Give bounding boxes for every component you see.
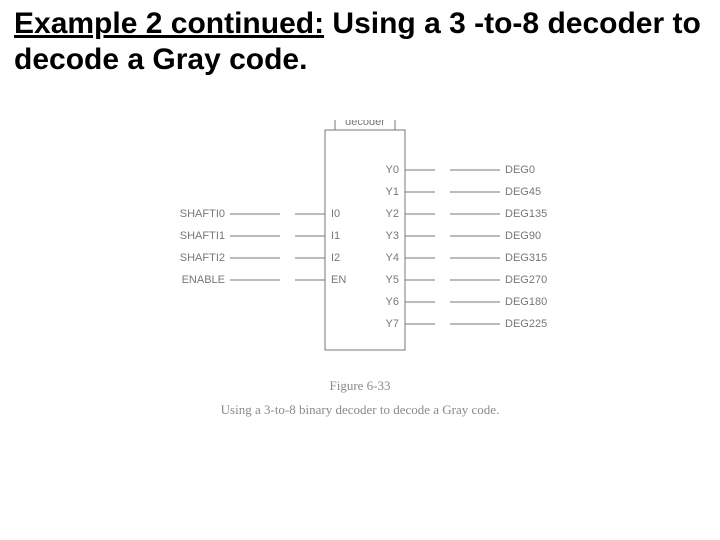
output-pin-label: Y0 bbox=[386, 164, 399, 176]
output-signal-label: DEG315 bbox=[505, 252, 547, 264]
output-pin-label: Y3 bbox=[386, 230, 399, 242]
svg-text:decoder: decoder bbox=[345, 120, 385, 128]
output-pin-label: Y2 bbox=[386, 208, 399, 220]
output-signal-label: DEG45 bbox=[505, 186, 541, 198]
output-pin-label: Y7 bbox=[386, 318, 399, 330]
input-signal-label: SHAFTI2 bbox=[180, 252, 225, 264]
input-pin-label: I0 bbox=[331, 208, 340, 220]
slide-title: Example 2 continued: Using a 3 -to-8 dec… bbox=[14, 6, 706, 78]
figure-number: Figure 6-33 bbox=[0, 378, 720, 394]
input-signal-label: SHAFTI1 bbox=[180, 230, 225, 242]
figure-caption: Using a 3-to-8 binary decoder to decode … bbox=[0, 402, 720, 418]
slide: Example 2 continued: Using a 3 -to-8 dec… bbox=[0, 0, 720, 540]
output-signal-label: DEG90 bbox=[505, 230, 541, 242]
output-signal-label: DEG225 bbox=[505, 318, 547, 330]
decoder-diagram: 3-to-8decoderY0DEG0Y1DEG45Y2DEG135Y3DEG9… bbox=[150, 120, 570, 370]
output-pin-label: Y1 bbox=[386, 186, 399, 198]
output-pin-label: Y6 bbox=[386, 296, 399, 308]
input-pin-label: I1 bbox=[331, 230, 340, 242]
output-signal-label: DEG270 bbox=[505, 274, 547, 286]
title-underlined: Example 2 continued: bbox=[14, 7, 324, 40]
input-signal-label: SHAFTI0 bbox=[180, 208, 225, 220]
figure: 3-to-8decoderY0DEG0Y1DEG45Y2DEG135Y3DEG9… bbox=[0, 120, 720, 418]
output-signal-label: DEG135 bbox=[505, 208, 547, 220]
input-pin-label: EN bbox=[331, 274, 346, 286]
input-pin-label: I2 bbox=[331, 252, 340, 264]
output-signal-label: DEG180 bbox=[505, 296, 547, 308]
output-signal-label: DEG0 bbox=[505, 164, 535, 176]
output-pin-label: Y5 bbox=[386, 274, 399, 286]
output-pin-label: Y4 bbox=[386, 252, 399, 264]
input-signal-label: ENABLE bbox=[182, 274, 225, 286]
